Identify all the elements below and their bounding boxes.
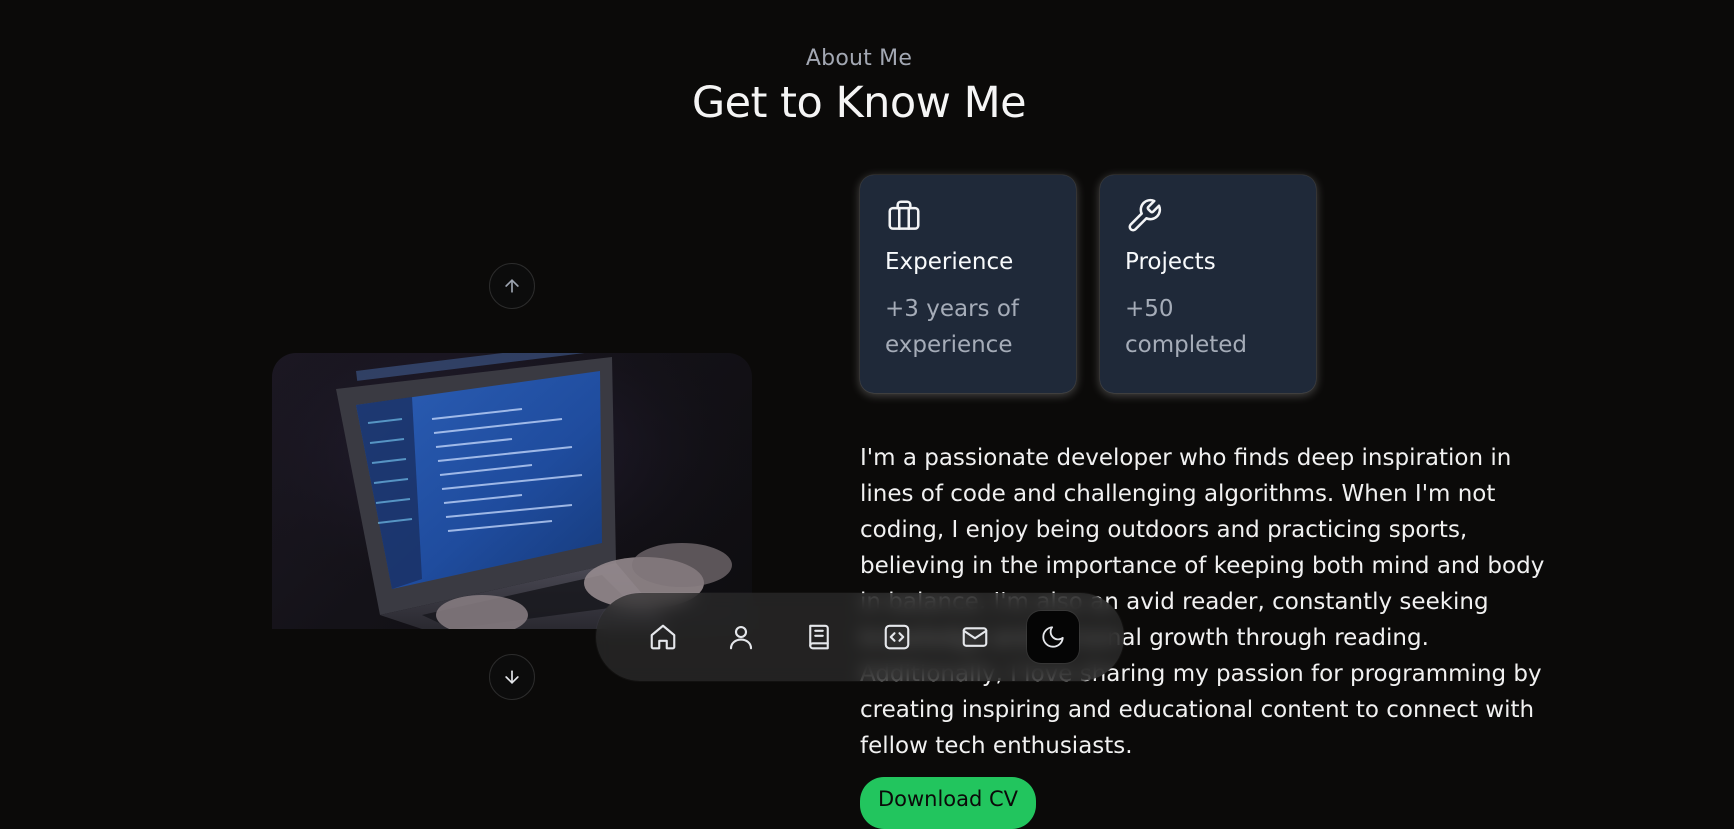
download-cv-button[interactable]: Download CV [860,777,1036,829]
carousel-image [272,353,752,629]
dock-contact-button[interactable] [949,611,1001,663]
mail-icon [962,627,988,647]
code-icon [884,624,910,650]
laptop-coding-photo [272,353,752,629]
experience-card-desc: +3 years of experience [885,296,1019,358]
carousel-next-button[interactable] [489,654,535,700]
projects-card-title: Projects [1125,249,1216,275]
book-icon [809,624,829,650]
section-title: Get to Know Me [691,78,1027,128]
home-icon [650,624,676,650]
section-kicker: About Me [805,46,913,71]
dock-home-button[interactable] [637,611,689,663]
arrow-up-icon [505,279,519,293]
projects-card: Projects +50 completed [1100,175,1316,393]
dock-theme-toggle[interactable] [1027,611,1079,663]
arrow-down-icon [505,670,519,684]
bottom-dock [596,593,1124,681]
wrench-icon [1128,198,1162,232]
dock-resume-button[interactable] [793,611,845,663]
carousel-prev-button[interactable] [489,263,535,309]
experience-card: Experience +3 years of experience [860,175,1076,393]
dock-about-button[interactable] [715,611,767,663]
dock-projects-button[interactable] [871,611,923,663]
user-icon [729,625,753,650]
experience-card-title: Experience [885,249,1014,275]
briefcase-icon [888,200,920,230]
moon-icon [1042,626,1064,648]
projects-card-desc: +50 completed [1125,296,1248,358]
